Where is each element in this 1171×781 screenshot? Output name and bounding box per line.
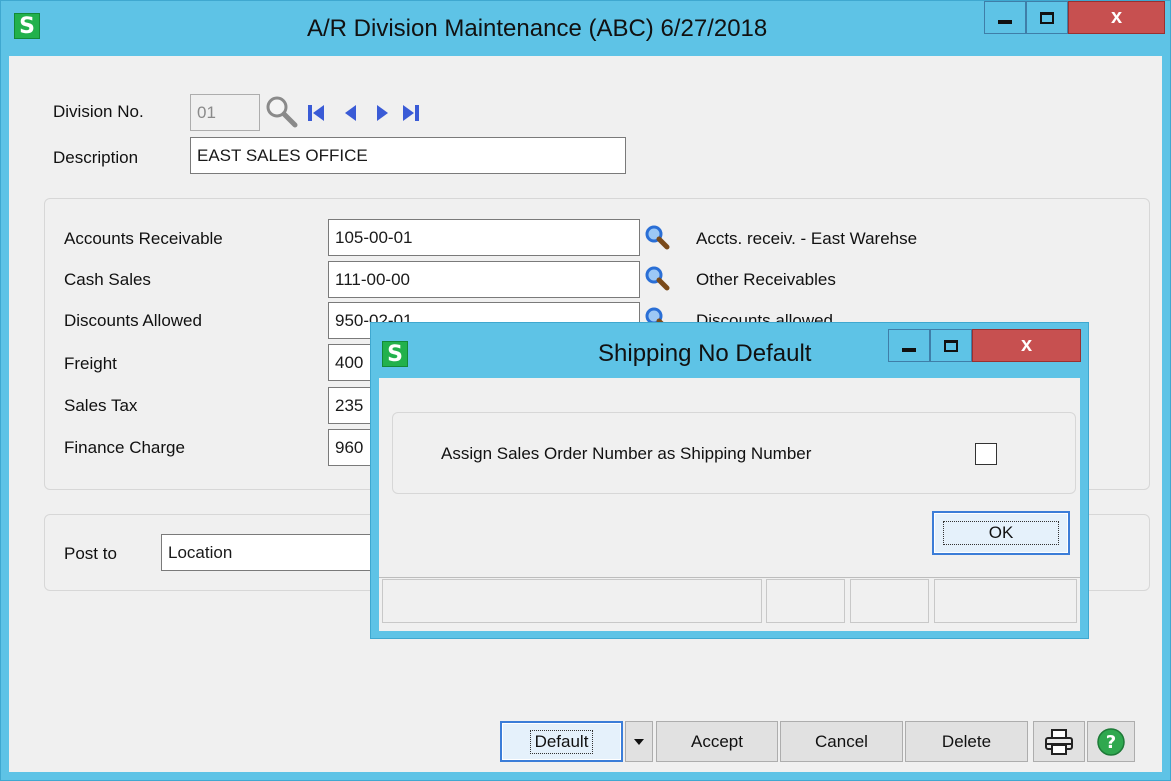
close-button[interactable]: x xyxy=(1068,1,1165,34)
assign-so-number-label: Assign Sales Order Number as Shipping Nu… xyxy=(441,444,812,463)
cash-sales-input[interactable]: 111-00-00 xyxy=(328,261,640,298)
division-no-label: Division No. xyxy=(53,102,144,121)
main-window: S A/R Division Maintenance (ABC) 6/27/20… xyxy=(0,0,1171,781)
minimize-button[interactable] xyxy=(984,1,1026,34)
cash-sales-description: Other Receivables xyxy=(696,270,836,289)
finance-charge-label: Finance Charge xyxy=(64,438,185,457)
default-button[interactable]: Default xyxy=(500,721,623,762)
minimize-icon xyxy=(902,347,916,352)
ok-button[interactable]: OK xyxy=(932,511,1070,555)
freight-label: Freight xyxy=(64,354,117,373)
close-icon: x xyxy=(1020,334,1033,356)
title-bar[interactable]: S A/R Division Maintenance (ABC) 6/27/20… xyxy=(1,1,1170,56)
app-logo: S xyxy=(14,13,40,39)
maximize-icon xyxy=(944,339,958,352)
help-button[interactable]: ? xyxy=(1087,721,1135,762)
ok-button-label: OK xyxy=(942,521,1060,545)
description-input[interactable]: EAST SALES OFFICE xyxy=(190,137,626,174)
discounts-allowed-label: Discounts Allowed xyxy=(64,311,202,330)
help-icon: ? xyxy=(1097,727,1125,756)
dialog-app-logo: S xyxy=(382,341,408,367)
delete-button[interactable]: Delete xyxy=(905,721,1028,762)
division-no-input[interactable]: 01 xyxy=(190,94,260,131)
window-title: A/R Division Maintenance (ABC) 6/27/2018 xyxy=(307,15,768,42)
shipping-no-default-dialog: S Shipping No Default x Assign Sales Ord… xyxy=(370,322,1089,639)
dialog-maximize-button[interactable] xyxy=(930,329,972,362)
description-label: Description xyxy=(53,148,139,167)
cash-sales-label: Cash Sales xyxy=(64,270,151,289)
next-record-icon[interactable] xyxy=(371,102,393,124)
accept-button[interactable]: Accept xyxy=(656,721,778,762)
accounts-receivable-description: Accts. receiv. - East Warehse xyxy=(696,229,918,248)
print-button[interactable] xyxy=(1033,721,1085,762)
default-button-label: Default xyxy=(529,729,594,754)
assign-so-number-checkbox[interactable] xyxy=(975,443,997,465)
dropdown-arrow-icon xyxy=(634,738,644,745)
maximize-button[interactable] xyxy=(1026,1,1068,34)
minimize-icon xyxy=(998,19,1012,24)
status-bar-cell xyxy=(934,579,1077,623)
first-record-icon[interactable] xyxy=(305,102,327,124)
status-bar-divider xyxy=(379,577,1080,578)
printer-icon xyxy=(1045,728,1073,755)
accounts-receivable-lookup-icon[interactable] xyxy=(644,224,670,250)
status-bar-cell xyxy=(382,579,762,623)
status-bar-cell xyxy=(766,579,845,623)
division-lookup-icon[interactable] xyxy=(264,94,298,128)
dialog-minimize-button[interactable] xyxy=(888,329,930,362)
cash-sales-lookup-icon[interactable] xyxy=(644,265,670,291)
cancel-button[interactable]: Cancel xyxy=(780,721,903,762)
previous-record-icon[interactable] xyxy=(340,102,362,124)
dialog-close-button[interactable]: x xyxy=(972,329,1081,362)
sales-tax-label: Sales Tax xyxy=(64,396,138,415)
dialog-client: Assign Sales Order Number as Shipping Nu… xyxy=(379,378,1080,631)
accounts-receivable-label: Accounts Receivable xyxy=(64,229,223,248)
status-bar-cell xyxy=(850,579,929,623)
default-dropdown-button[interactable] xyxy=(625,721,653,762)
svg-text:?: ? xyxy=(1106,732,1116,753)
accounts-receivable-input[interactable]: 105-00-01 xyxy=(328,219,640,256)
close-icon: x xyxy=(1110,6,1123,28)
last-record-icon[interactable] xyxy=(400,102,422,124)
maximize-icon xyxy=(1040,11,1054,24)
dialog-title: Shipping No Default xyxy=(598,340,812,367)
post-to-label: Post to xyxy=(64,544,117,563)
